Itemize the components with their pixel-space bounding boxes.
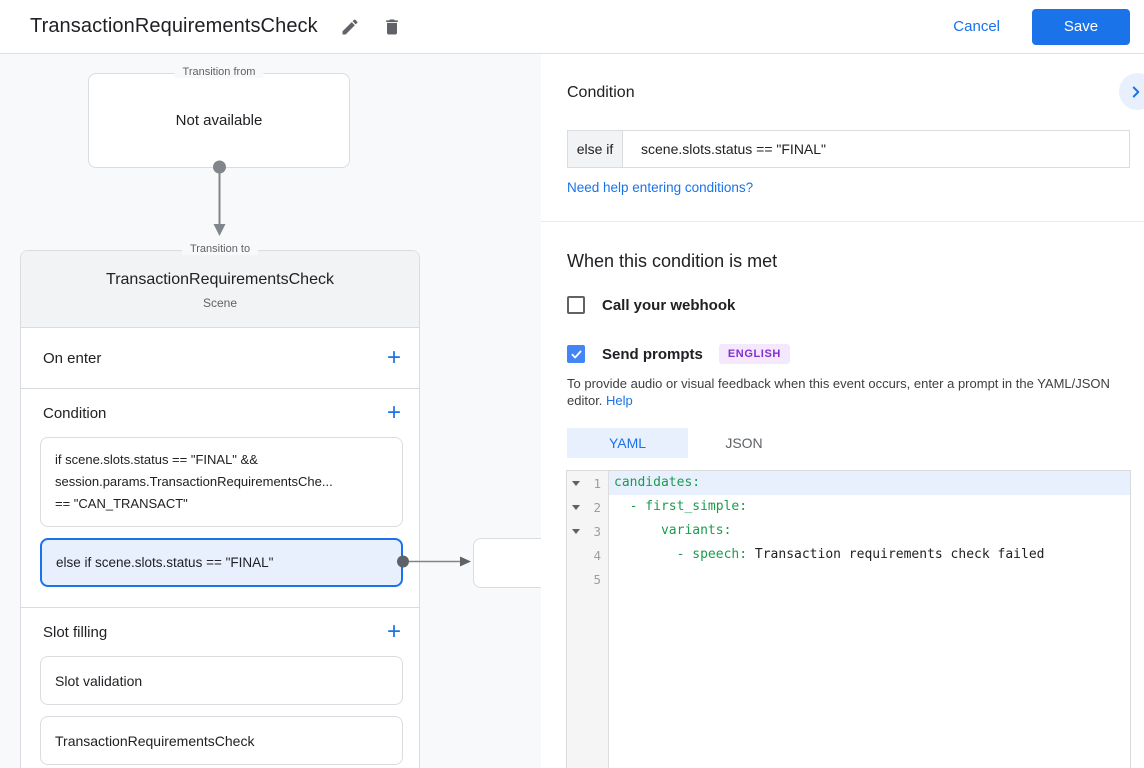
- editor-code-area[interactable]: candidates: - first_simple: variants: - …: [609, 471, 1130, 768]
- condition-expression-input[interactable]: scene.slots.status == "FINAL": [623, 131, 1129, 167]
- gutter-line-4[interactable]: 4: [567, 543, 608, 567]
- collapse-panel-button[interactable]: [1119, 73, 1144, 110]
- condition-prefix: else if: [568, 131, 623, 167]
- transition-target-node[interactable]: [473, 538, 541, 588]
- code-line-5[interactable]: [609, 567, 1130, 591]
- gutter-line-1[interactable]: 1: [567, 471, 608, 495]
- gutter-line-2[interactable]: 2: [567, 495, 608, 519]
- condition-section: Condition + if scene.slots.status == "FI…: [21, 389, 419, 608]
- line-number: 5: [593, 572, 601, 587]
- yaml-key: variants:: [614, 523, 731, 538]
- slot-filling-section: Slot filling + Slot validation Transacti…: [21, 608, 419, 765]
- line-number: 4: [593, 548, 601, 563]
- editor-gutter: 1 2 3 4 5: [567, 471, 609, 768]
- section-divider: [541, 221, 1144, 222]
- condition-section-label: Condition: [43, 405, 106, 422]
- condition-input-row: else if scene.slots.status == "FINAL": [567, 130, 1130, 168]
- line-number: 2: [593, 500, 601, 515]
- page-title: TransactionRequirementsCheck: [30, 15, 318, 38]
- code-line-3[interactable]: variants:: [609, 519, 1130, 543]
- webhook-row: Call your webhook: [567, 296, 735, 314]
- condition-if-line3: == "CAN_TRANSACT": [55, 493, 388, 515]
- gutter-line-5[interactable]: 5: [567, 567, 608, 591]
- edit-button[interactable]: [336, 13, 364, 41]
- chevron-right-icon: [1127, 83, 1144, 101]
- scene-node-header[interactable]: TransactionRequirementsCheck Scene: [21, 251, 419, 328]
- slot-filling-label: Slot filling: [43, 624, 107, 641]
- code-line-1[interactable]: candidates:: [609, 471, 1130, 495]
- language-badge: ENGLISH: [719, 344, 790, 364]
- slot-validation-item[interactable]: Slot validation: [40, 656, 403, 705]
- slot-trc-label: TransactionRequirementsCheck: [55, 733, 254, 749]
- connector-arrow-down: [207, 160, 232, 240]
- send-prompts-label[interactable]: Send prompts: [602, 346, 703, 363]
- send-prompts-checkbox[interactable]: [567, 345, 585, 363]
- scene-node-subtitle: Scene: [21, 296, 419, 310]
- yaml-key: - speech:: [614, 547, 747, 562]
- transition-from-node[interactable]: Transition from Not available: [88, 73, 350, 168]
- pencil-icon: [340, 17, 360, 37]
- slot-trc-item[interactable]: TransactionRequirementsCheck: [40, 716, 403, 765]
- scene-diagram-canvas: Transition from Not available Transition…: [0, 54, 541, 768]
- cancel-button[interactable]: Cancel: [953, 18, 1000, 35]
- fold-arrow-icon[interactable]: [572, 505, 580, 510]
- on-enter-section: On enter +: [21, 328, 419, 389]
- transition-from-content: Not available: [176, 112, 263, 129]
- fold-arrow-icon[interactable]: [572, 481, 580, 486]
- yaml-key: candidates:: [614, 475, 700, 490]
- condition-item-if[interactable]: if scene.slots.status == "FINAL" && sess…: [40, 437, 403, 527]
- webhook-checkbox[interactable]: [567, 296, 585, 314]
- yaml-value: Transaction requirements check failed: [747, 547, 1044, 562]
- condition-if-line2: session.params.TransactionRequirementsCh…: [55, 471, 388, 493]
- topbar: TransactionRequirementsCheck Cancel Save: [0, 0, 1144, 54]
- tab-yaml[interactable]: YAML: [567, 428, 688, 458]
- help-link[interactable]: Help: [606, 393, 633, 408]
- transition-from-legend: Transition from: [175, 66, 264, 78]
- send-prompts-row: Send prompts ENGLISH: [567, 344, 790, 364]
- condition-elseif-text: else if scene.slots.status == "FINAL": [56, 552, 273, 574]
- fold-arrow-icon[interactable]: [572, 529, 580, 534]
- condition-if-line1: if scene.slots.status == "FINAL" &&: [55, 449, 388, 471]
- trash-icon: [382, 17, 402, 37]
- scene-node-title: TransactionRequirementsCheck: [21, 271, 419, 289]
- add-slot-button[interactable]: +: [387, 622, 401, 642]
- on-enter-label: On enter: [43, 350, 101, 367]
- save-button[interactable]: Save: [1032, 9, 1130, 45]
- condition-met-heading: When this condition is met: [567, 251, 777, 272]
- code-line-4[interactable]: - speech: Transaction requirements check…: [609, 543, 1130, 567]
- gutter-line-3[interactable]: 3: [567, 519, 608, 543]
- editor-tabs: YAML JSON: [567, 428, 800, 458]
- code-line-2[interactable]: - first_simple:: [609, 495, 1130, 519]
- prompts-description-text: To provide audio or visual feedback when…: [567, 376, 1110, 408]
- scene-node: Transition to TransactionRequirementsChe…: [20, 250, 420, 768]
- conditions-help-link[interactable]: Need help entering conditions?: [567, 180, 753, 195]
- add-condition-button[interactable]: +: [387, 403, 401, 423]
- slot-validation-label: Slot validation: [55, 673, 142, 689]
- line-number: 3: [593, 524, 601, 539]
- condition-item-elseif-selected[interactable]: else if scene.slots.status == "FINAL": [40, 538, 403, 587]
- transition-to-legend: Transition to: [182, 243, 258, 255]
- delete-button[interactable]: [378, 13, 406, 41]
- line-number: 1: [593, 476, 601, 491]
- condition-panel: Condition else if scene.slots.status == …: [541, 54, 1144, 768]
- yaml-key: - first_simple:: [614, 499, 747, 514]
- tab-json[interactable]: JSON: [688, 428, 800, 458]
- add-on-enter-button[interactable]: +: [387, 348, 401, 368]
- check-icon: [570, 348, 583, 361]
- webhook-label[interactable]: Call your webhook: [602, 297, 735, 314]
- prompts-description: To provide audio or visual feedback when…: [567, 376, 1133, 409]
- yaml-code-editor: 1 2 3 4 5 candidates: - first_simple: va…: [566, 470, 1131, 768]
- connector-arrow-right: [396, 553, 474, 570]
- panel-heading: Condition: [567, 84, 635, 102]
